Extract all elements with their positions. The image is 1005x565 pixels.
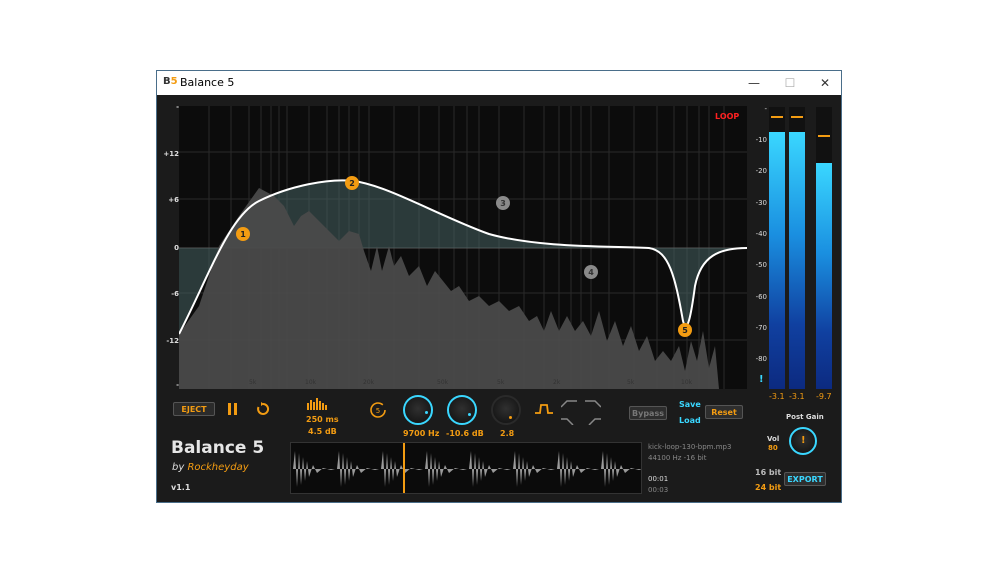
q-knob[interactable] [491, 395, 521, 425]
gain-knob[interactable] [447, 395, 477, 425]
save-button[interactable]: Save [679, 400, 701, 409]
maximize-button[interactable]: ☐ [777, 74, 803, 92]
svg-text:4: 4 [588, 268, 594, 277]
svg-text:1: 1 [240, 230, 246, 239]
title-bar: B5 Balance 5 — ☐ ✕ [157, 71, 841, 95]
version-label: v1.1 [171, 483, 191, 492]
brand-title: Balance 5 [171, 438, 265, 458]
minimize-button[interactable]: — [741, 74, 767, 92]
duration: 00:03 [648, 486, 669, 494]
meter-right [789, 107, 805, 389]
meter-output [816, 107, 832, 389]
meter-tick: -50 [755, 261, 767, 269]
gain-value: -10.6 dB [446, 429, 484, 438]
clip-warning-icon: ! [759, 374, 764, 385]
meter-peak [818, 135, 830, 137]
close-button[interactable]: ✕ [812, 74, 838, 92]
meter-tick: -70 [755, 324, 767, 332]
meter-value: -9.7 [816, 392, 832, 401]
plugin-panel: - +12 +6 0 -6 -12 - 5k 10k 20k 50k 5k 2k… [157, 95, 841, 502]
window-title: Balance 5 [180, 76, 235, 89]
window-ms-value: 250 ms [306, 415, 339, 424]
timer-icon[interactable]: 5 [369, 401, 387, 419]
loop-icon[interactable] [255, 401, 271, 417]
q-value: 2.8 [500, 429, 515, 438]
eq-y-label: +12 [163, 150, 179, 158]
meter-fill [789, 132, 805, 389]
playhead [403, 443, 405, 493]
meter-tick: -30 [755, 199, 767, 207]
meter-tick: - [764, 105, 767, 113]
post-gain-label: Post Gain [786, 413, 824, 421]
post-gain-knob[interactable]: ! [789, 427, 817, 455]
vol-label: Vol [767, 435, 780, 443]
bypass-button[interactable]: Bypass [629, 406, 667, 420]
eq-x-label: 5k [627, 379, 635, 386]
reset-button[interactable]: Reset [705, 405, 743, 419]
eq-graph: 5k 10k 20k 50k 5k 2k 5k 10k 1 2 3 4 5 [179, 106, 747, 389]
bit-16-option[interactable]: 16 bit [755, 468, 781, 477]
export-button[interactable]: EXPORT [784, 472, 826, 486]
brand-author: by Rockheyday [172, 462, 249, 473]
file-name: kick-loop-130-bpm.mp3 [648, 443, 732, 451]
eq-x-label: 5k [497, 379, 505, 386]
meter-peak [791, 116, 803, 118]
pause-icon[interactable] [227, 402, 239, 416]
meter-value: -3.1 [769, 392, 785, 401]
eq-x-label: 20k [363, 379, 375, 386]
waveform-display[interactable] [290, 442, 642, 494]
eq-display[interactable]: 5k 10k 20k 50k 5k 2k 5k 10k 1 2 3 4 5 LO… [179, 106, 747, 389]
bit-24-option[interactable]: 24 bit [755, 483, 781, 492]
app-icon: B5 [163, 76, 178, 87]
filter-shapes-icon[interactable] [561, 399, 601, 425]
meter-fill [816, 163, 832, 389]
meter-left [769, 107, 785, 389]
current-time: 00:01 [648, 475, 669, 483]
meter-fill [769, 132, 785, 389]
frequency-knob[interactable] [403, 395, 433, 425]
eq-y-label: +6 [168, 196, 179, 204]
svg-text:3: 3 [500, 199, 506, 208]
meter-value: -3.1 [789, 392, 805, 401]
meter-tick: -40 [755, 230, 767, 238]
loop-indicator[interactable]: LOOP [715, 112, 739, 121]
file-format: 44100 Hz -16 bit [648, 454, 707, 462]
app-window: B5 Balance 5 — ☐ ✕ - +12 +6 0 -6 -12 - 5… [156, 70, 842, 503]
waveform-graph [293, 443, 641, 493]
svg-text:5: 5 [682, 326, 688, 335]
meter-tick: -10 [755, 136, 767, 144]
vol-value: 80 [768, 444, 778, 452]
eq-x-label: 5k [249, 379, 257, 386]
load-button[interactable]: Load [679, 416, 701, 425]
meter-peak [771, 116, 783, 118]
eq-x-label: 10k [681, 379, 693, 386]
bell-filter-icon[interactable] [535, 403, 553, 415]
level-meters: - -10 -20 -30 -40 -50 -60 -70 -80 -3.1 -… [749, 105, 839, 405]
svg-text:2: 2 [349, 179, 355, 188]
eq-x-label: 10k [305, 379, 317, 386]
eq-y-label: -6 [171, 290, 179, 298]
meter-tick: -60 [755, 293, 767, 301]
spectrum-icon[interactable] [307, 398, 329, 410]
frequency-value: 9700 Hz [403, 429, 440, 438]
eq-x-label: 50k [437, 379, 449, 386]
meter-tick: -20 [755, 167, 767, 175]
meter-tick: -80 [755, 355, 767, 363]
gain-db-value: 4.5 dB [308, 427, 337, 436]
svg-text:5: 5 [376, 407, 380, 415]
eq-x-label: 2k [553, 379, 561, 386]
eq-y-label: -12 [166, 337, 179, 345]
eject-button[interactable]: EJECT [173, 402, 215, 416]
